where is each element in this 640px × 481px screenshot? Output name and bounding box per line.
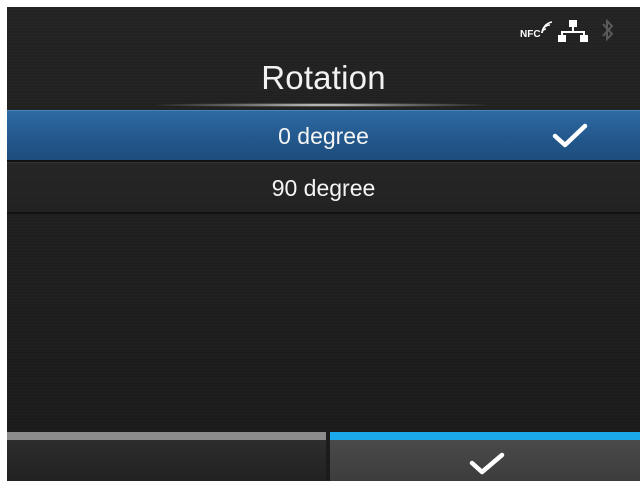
svg-text:NFC: NFC xyxy=(520,29,541,40)
rotation-options-list: 0 degree 90 degree xyxy=(7,110,640,214)
screen-title: Rotation xyxy=(261,59,386,96)
check-icon xyxy=(469,452,505,475)
softkey-bar xyxy=(7,432,640,481)
left-softkey[interactable] xyxy=(7,432,326,481)
option-0-degree[interactable]: 0 degree xyxy=(7,110,640,162)
nfc-icon: NFC xyxy=(520,21,552,40)
printer-display: NFC Rotation 0 degree 90 degree xyxy=(7,7,640,481)
option-90-degree[interactable]: 90 degree xyxy=(7,162,640,214)
status-bar: NFC xyxy=(500,13,640,43)
title-underline xyxy=(157,103,487,107)
network-icon xyxy=(558,20,588,42)
option-label: 90 degree xyxy=(271,175,376,201)
check-icon xyxy=(552,123,588,148)
option-label: 0 degree xyxy=(278,123,369,149)
confirm-softkey[interactable] xyxy=(330,432,640,481)
bluetooth-icon xyxy=(602,18,614,42)
